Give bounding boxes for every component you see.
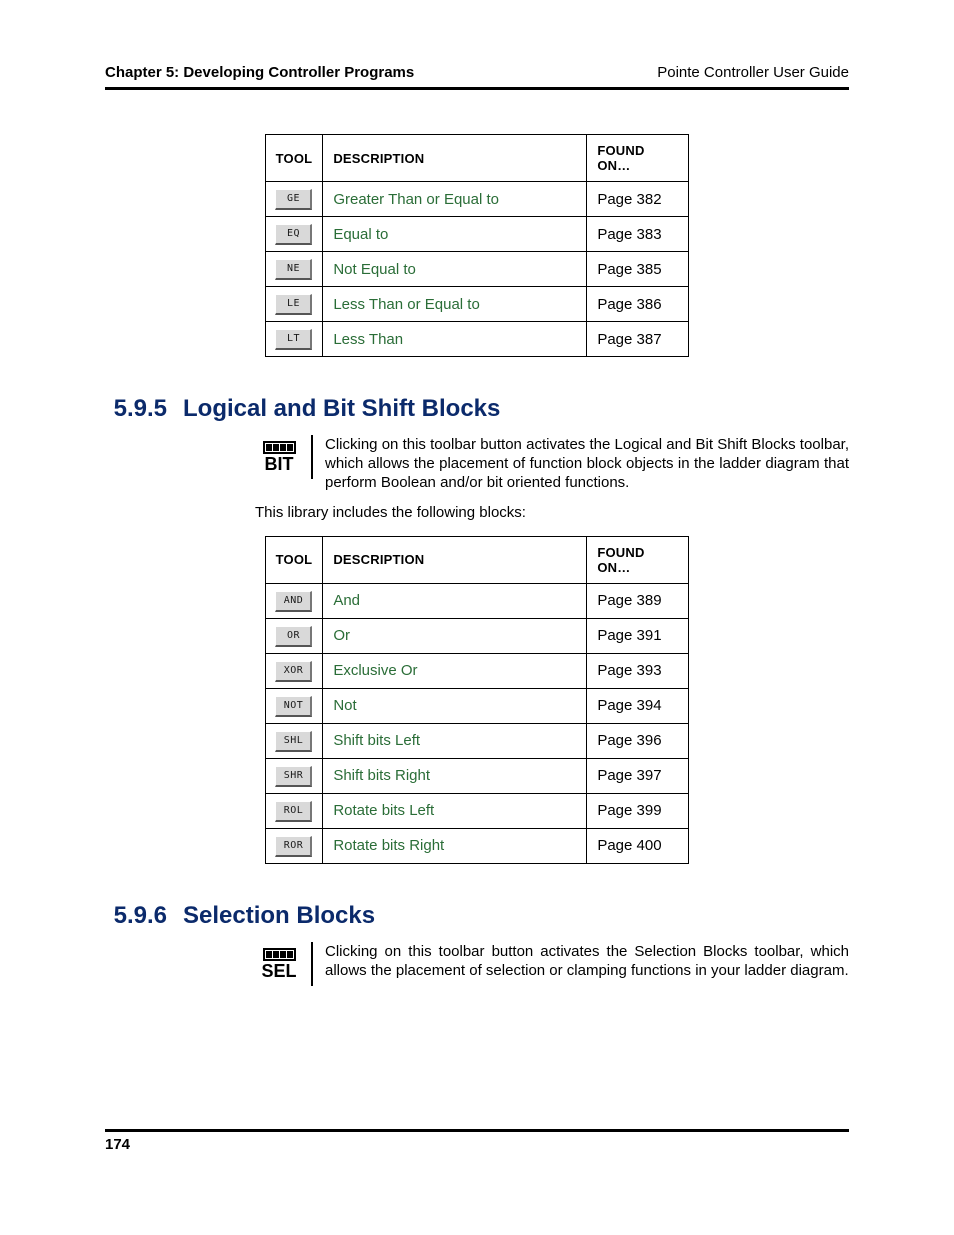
shl-tool-button[interactable]: SHL	[275, 731, 312, 752]
icon-label: SEL	[261, 962, 296, 980]
tool-description: Not Equal to	[323, 252, 587, 287]
table-row: XOR Exclusive Or Page 393	[265, 653, 689, 688]
page-ref[interactable]: Page 396	[587, 723, 689, 758]
page-ref[interactable]: Page 386	[587, 287, 689, 322]
table-row: LE Less Than or Equal to Page 386	[265, 287, 689, 322]
page-ref[interactable]: Page 382	[587, 182, 689, 217]
tool-description: Shift bits Left	[323, 723, 587, 758]
ror-tool-button[interactable]: ROR	[275, 836, 312, 857]
comparison-blocks-table: TOOL DESCRIPTION FOUND ON… GE Greater Th…	[265, 134, 690, 357]
tool-description: Rotate bits Left	[323, 793, 587, 828]
or-tool-button[interactable]: OR	[275, 626, 312, 647]
toolbar-bars-icon	[263, 441, 296, 454]
section-number: 5.9.5	[97, 395, 167, 423]
icon-label: BIT	[265, 455, 294, 473]
table-header-row: TOOL DESCRIPTION FOUND ON…	[265, 536, 689, 583]
tool-description: Less Than	[323, 322, 587, 357]
col-description: DESCRIPTION	[323, 536, 587, 583]
xor-tool-button[interactable]: XOR	[275, 661, 312, 682]
section-596-paragraph: Clicking on this toolbar button activate…	[325, 942, 849, 986]
and-tool-button[interactable]: AND	[275, 591, 312, 612]
tool-description: Or	[323, 618, 587, 653]
table-row: EQ Equal to Page 383	[265, 217, 689, 252]
rol-tool-button[interactable]: ROL	[275, 801, 312, 822]
col-tool: TOOL	[265, 135, 323, 182]
shr-tool-button[interactable]: SHR	[275, 766, 312, 787]
page-ref[interactable]: Page 393	[587, 653, 689, 688]
page-ref[interactable]: Page 399	[587, 793, 689, 828]
table-row: NE Not Equal to Page 385	[265, 252, 689, 287]
chapter-title: Chapter 5: Developing Controller Program…	[105, 64, 414, 81]
table-row: ROR Rotate bits Right Page 400	[265, 828, 689, 863]
toolbar-bars-icon	[263, 948, 296, 961]
page-ref[interactable]: Page 391	[587, 618, 689, 653]
section-heading-595: 5.9.5 Logical and Bit Shift Blocks	[97, 395, 849, 423]
not-tool-button[interactable]: NOT	[275, 696, 312, 717]
tool-description: And	[323, 583, 587, 618]
col-found-on: FOUND ON…	[587, 135, 689, 182]
ge-tool-button[interactable]: GE	[275, 189, 312, 210]
section-title: Logical and Bit Shift Blocks	[183, 395, 500, 423]
section-595-paragraph: Clicking on this toolbar button activate…	[325, 435, 849, 493]
section-595-intro-text: This library includes the following bloc…	[255, 503, 849, 522]
eq-tool-button[interactable]: EQ	[275, 224, 312, 245]
le-tool-button[interactable]: LE	[275, 294, 312, 315]
sel-toolbar-icon: SEL	[255, 942, 313, 986]
tool-description: Less Than or Equal to	[323, 287, 587, 322]
page-ref[interactable]: Page 397	[587, 758, 689, 793]
section-number: 5.9.6	[97, 902, 167, 930]
table-header-row: TOOL DESCRIPTION FOUND ON…	[265, 135, 689, 182]
table-row: LT Less Than Page 387	[265, 322, 689, 357]
page-ref[interactable]: Page 389	[587, 583, 689, 618]
running-header: Chapter 5: Developing Controller Program…	[105, 64, 849, 90]
tool-description: Exclusive Or	[323, 653, 587, 688]
tool-description: Not	[323, 688, 587, 723]
table-row: OR Or Page 391	[265, 618, 689, 653]
tool-description: Shift bits Right	[323, 758, 587, 793]
tool-description: Equal to	[323, 217, 587, 252]
bit-toolbar-icon: BIT	[255, 435, 313, 479]
page-ref[interactable]: Page 383	[587, 217, 689, 252]
page-ref[interactable]: Page 394	[587, 688, 689, 723]
page-ref[interactable]: Page 400	[587, 828, 689, 863]
lt-tool-button[interactable]: LT	[275, 329, 312, 350]
page-number: 174	[105, 1136, 130, 1153]
ne-tool-button[interactable]: NE	[275, 259, 312, 280]
tool-description: Greater Than or Equal to	[323, 182, 587, 217]
logical-bitshift-table: TOOL DESCRIPTION FOUND ON… AND And Page …	[265, 536, 690, 864]
section-596-intro-row: SEL Clicking on this toolbar button acti…	[255, 942, 849, 986]
page: Chapter 5: Developing Controller Program…	[0, 0, 954, 1235]
table-row: NOT Not Page 394	[265, 688, 689, 723]
table-row: AND And Page 389	[265, 583, 689, 618]
page-ref[interactable]: Page 387	[587, 322, 689, 357]
guide-title: Pointe Controller User Guide	[657, 64, 849, 81]
section-595-intro-row: BIT Clicking on this toolbar button acti…	[255, 435, 849, 493]
table-row: SHL Shift bits Left Page 396	[265, 723, 689, 758]
col-description: DESCRIPTION	[323, 135, 587, 182]
page-footer: 174	[105, 1129, 849, 1153]
table-row: GE Greater Than or Equal to Page 382	[265, 182, 689, 217]
page-ref[interactable]: Page 385	[587, 252, 689, 287]
table-row: ROL Rotate bits Left Page 399	[265, 793, 689, 828]
col-tool: TOOL	[265, 536, 323, 583]
col-found-on: FOUND ON…	[587, 536, 689, 583]
section-heading-596: 5.9.6 Selection Blocks	[97, 902, 849, 930]
tool-description: Rotate bits Right	[323, 828, 587, 863]
section-title: Selection Blocks	[183, 902, 375, 930]
table-row: SHR Shift bits Right Page 397	[265, 758, 689, 793]
